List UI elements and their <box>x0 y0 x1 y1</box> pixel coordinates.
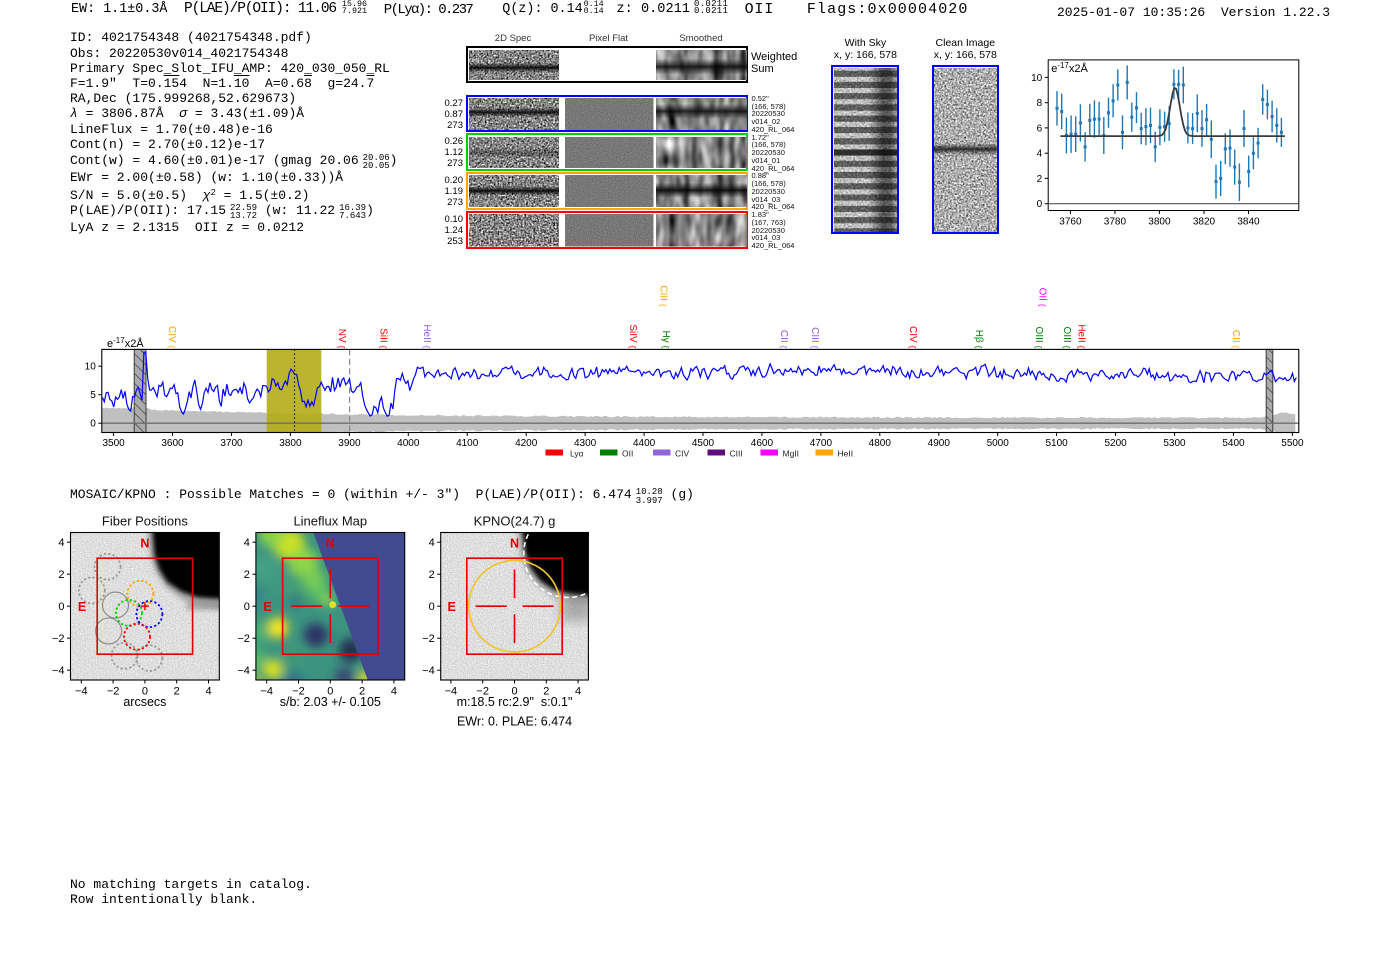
svg-text:CIV {: CIV { <box>907 326 918 348</box>
svg-text:E: E <box>78 600 86 614</box>
svg-text:SiIV {: SiIV { <box>627 324 638 348</box>
svg-text:6: 6 <box>1037 123 1043 134</box>
svg-text:0: 0 <box>244 601 250 613</box>
svg-text:arcsecs: arcsecs <box>123 695 166 709</box>
svg-text:MgII: MgII <box>783 449 800 459</box>
svg-text:2: 2 <box>174 686 180 698</box>
svg-text:Hβ {: Hβ { <box>973 330 984 349</box>
svg-text:4700: 4700 <box>810 438 833 449</box>
svg-text:4: 4 <box>205 686 211 698</box>
svg-text:5: 5 <box>90 390 96 401</box>
svg-text:CIII {: CIII { <box>809 327 820 348</box>
svg-text:OIII {: OIII { <box>1033 327 1044 349</box>
svg-text:Hγ {: Hγ { <box>660 330 671 348</box>
svg-text:−2: −2 <box>107 686 120 698</box>
svg-text:0: 0 <box>58 601 64 613</box>
svg-text:N: N <box>510 537 519 551</box>
svg-text:4400: 4400 <box>633 438 656 449</box>
svg-text:4000: 4000 <box>397 438 420 449</box>
svg-text:CIII {: CIII { <box>657 285 668 306</box>
svg-text:5500: 5500 <box>1281 438 1304 449</box>
svg-text:4: 4 <box>58 537 64 549</box>
svg-text:5000: 5000 <box>987 438 1010 449</box>
svg-text:m:18.5 rc:2.9" s:0.1": m:18.5 rc:2.9" s:0.1" <box>457 695 573 709</box>
svg-text:4: 4 <box>1037 149 1043 160</box>
svg-text:4100: 4100 <box>456 438 479 449</box>
svg-text:OIII {: OIII { <box>1061 327 1072 349</box>
svg-text:e-17x2Å: e-17x2Å <box>107 336 144 350</box>
svg-text:s/b: 2.03 +/- 0.105: s/b: 2.03 +/- 0.105 <box>280 695 381 709</box>
svg-text:4800: 4800 <box>869 438 892 449</box>
svg-text:5400: 5400 <box>1222 438 1245 449</box>
svg-text:N: N <box>140 537 149 551</box>
svg-text:−2: −2 <box>237 633 250 645</box>
svg-text:−4: −4 <box>75 686 88 698</box>
svg-text:3600: 3600 <box>161 438 184 449</box>
svg-text:3780: 3780 <box>1104 217 1127 228</box>
svg-text:4: 4 <box>575 686 581 698</box>
svg-text:CII {: CII { <box>778 330 789 349</box>
svg-text:3820: 3820 <box>1193 217 1216 228</box>
svg-text:2: 2 <box>1037 174 1043 185</box>
svg-text:4500: 4500 <box>692 438 715 449</box>
svg-text:KPNO(24.7) g: KPNO(24.7) g <box>474 514 556 529</box>
svg-text:−2: −2 <box>422 633 435 645</box>
svg-text:0: 0 <box>429 601 435 613</box>
svg-text:4: 4 <box>429 537 435 549</box>
svg-text:5200: 5200 <box>1104 438 1127 449</box>
svg-text:Lineflux Map: Lineflux Map <box>293 514 367 529</box>
svg-text:2: 2 <box>244 569 250 581</box>
svg-text:−4: −4 <box>422 665 435 677</box>
svg-text:3840: 3840 <box>1237 217 1260 228</box>
svg-text:CIII: CIII <box>730 449 743 459</box>
svg-text:3900: 3900 <box>338 438 361 449</box>
svg-text:CII {: CII { <box>1230 330 1241 349</box>
svg-text:4200: 4200 <box>515 438 538 449</box>
svg-text:4: 4 <box>244 537 250 549</box>
svg-text:OII {: OII { <box>1037 288 1048 307</box>
svg-text:E: E <box>263 600 271 614</box>
svg-text:HeII {: HeII { <box>421 324 432 348</box>
svg-text:2: 2 <box>429 569 435 581</box>
svg-text:3500: 3500 <box>102 438 125 449</box>
svg-text:0: 0 <box>90 419 96 430</box>
svg-text:3760: 3760 <box>1059 217 1082 228</box>
svg-text:−4: −4 <box>445 686 458 698</box>
svg-text:8: 8 <box>1037 98 1043 109</box>
svg-text:4: 4 <box>391 686 397 698</box>
svg-text:N: N <box>326 537 335 551</box>
svg-text:CIV: CIV <box>675 449 690 459</box>
svg-text:5100: 5100 <box>1045 438 1068 449</box>
svg-text:−4: −4 <box>52 665 65 677</box>
svg-text:Lyα: Lyα <box>570 449 584 459</box>
svg-text:CIV {: CIV { <box>166 326 177 348</box>
svg-text:SiII {: SiII { <box>377 328 388 348</box>
svg-text:5300: 5300 <box>1163 438 1186 449</box>
svg-text:4300: 4300 <box>574 438 597 449</box>
svg-text:2: 2 <box>58 569 64 581</box>
svg-text:OII: OII <box>622 449 633 459</box>
svg-text:HeII {: HeII { <box>1075 324 1086 348</box>
svg-text:3700: 3700 <box>220 438 243 449</box>
svg-text:EWr: 0. PLAE: 6.474: EWr: 0. PLAE: 6.474 <box>457 715 572 729</box>
svg-text:0: 0 <box>1037 199 1043 210</box>
svg-text:3800: 3800 <box>279 438 302 449</box>
svg-text:10: 10 <box>1031 73 1043 84</box>
svg-text:Fiber Positions: Fiber Positions <box>102 514 188 529</box>
svg-text:4600: 4600 <box>751 438 774 449</box>
svg-text:−4: −4 <box>260 686 273 698</box>
svg-text:HeII: HeII <box>838 449 854 459</box>
svg-text:E: E <box>448 600 456 614</box>
svg-text:NV {: NV { <box>336 329 347 349</box>
svg-text:−2: −2 <box>52 633 65 645</box>
svg-text:−4: −4 <box>237 665 250 677</box>
svg-text:3800: 3800 <box>1148 217 1171 228</box>
svg-text:e-17x2Å: e-17x2Å <box>1051 61 1088 75</box>
svg-text:4900: 4900 <box>928 438 951 449</box>
svg-text:10: 10 <box>85 362 97 373</box>
